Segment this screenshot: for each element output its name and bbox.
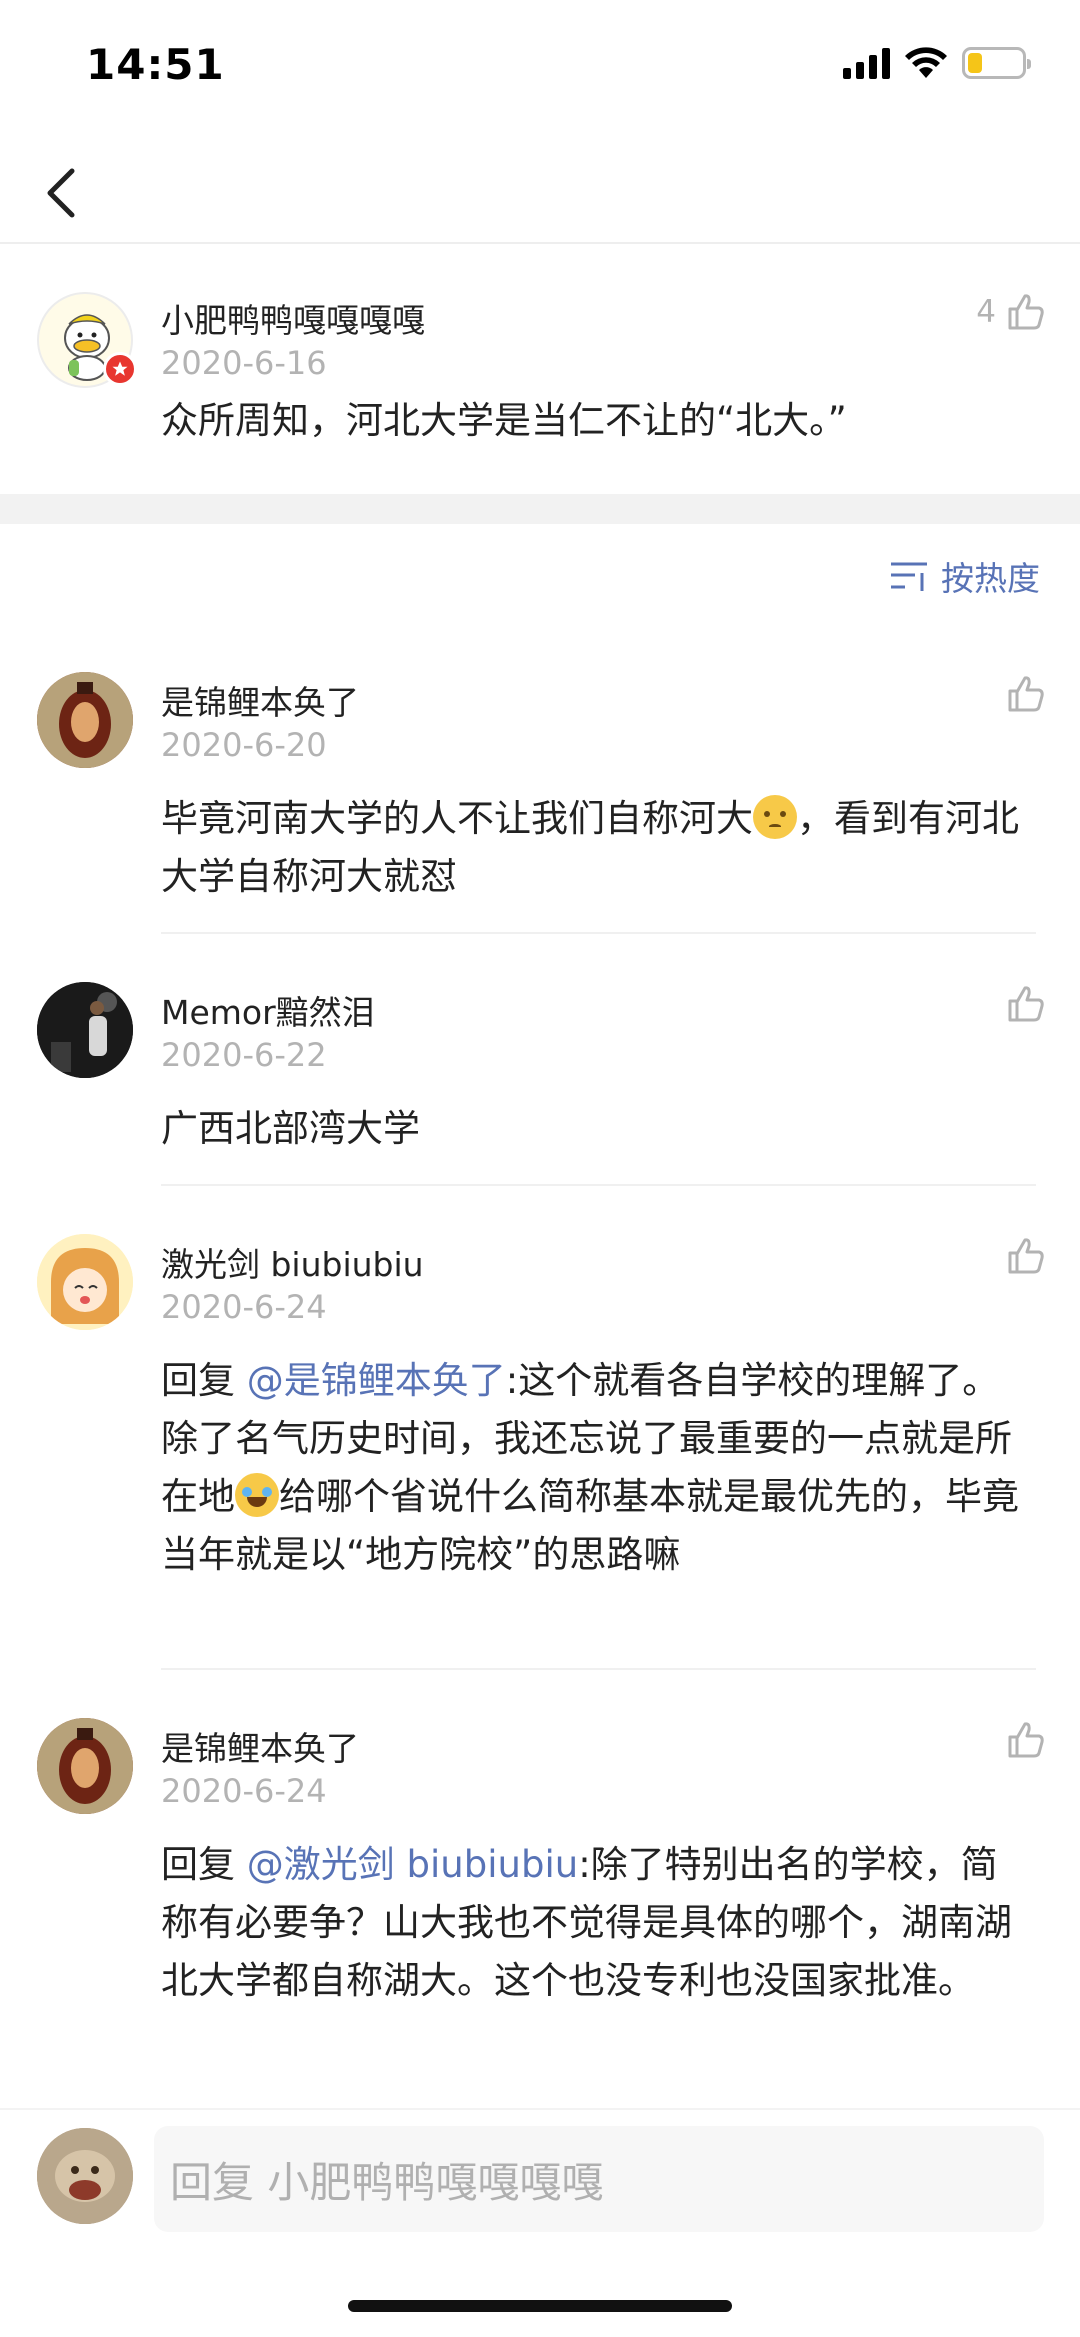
- battery-icon: [962, 47, 1031, 79]
- mention-link[interactable]: @是锦鲤本奂了: [247, 1359, 506, 1402]
- comment-divider: [161, 1184, 1036, 1186]
- thumbs-up-icon: [1008, 676, 1044, 712]
- thumbs-up-icon: [1008, 986, 1044, 1022]
- mention-link[interactable]: @激光剑 biubiubiu: [247, 1843, 578, 1886]
- post-content: 众所周知，河北大学是当仁不让的“北大。”: [161, 399, 847, 442]
- sort-label: 按热度: [941, 559, 1040, 598]
- comment-date: 2020-6-20: [161, 726, 327, 764]
- status-time: 14:51: [86, 40, 225, 89]
- comment-like-button[interactable]: [1006, 674, 1046, 714]
- laugh-cry-emoji-icon: [235, 1473, 279, 1517]
- battery-level: [968, 53, 982, 73]
- avatar[interactable]: [37, 982, 133, 1078]
- main-post: 小肥鸭鸭嘎嘎嘎嘎 2020-6-16 4 众所周知，河北大学是当仁不让的“北大。…: [0, 246, 1080, 494]
- post-date: 2020-6-16: [161, 344, 327, 382]
- comment-date: 2020-6-24: [161, 1772, 327, 1810]
- comment-divider: [161, 932, 1036, 934]
- avatar[interactable]: [37, 1718, 133, 1814]
- like-count: 4: [976, 294, 996, 330]
- comment-like-button[interactable]: [1006, 984, 1046, 1024]
- comment-date: 2020-6-22: [161, 1036, 327, 1074]
- comment-author[interactable]: 是锦鲤本奂了: [161, 676, 359, 724]
- comment-author[interactable]: 是锦鲤本奂了: [161, 1722, 359, 1770]
- comment-author[interactable]: 激光剑 biubiubiu: [161, 1238, 424, 1286]
- comment-author[interactable]: Memor黯然泪: [161, 986, 375, 1034]
- sort-icon: [891, 562, 927, 591]
- back-button[interactable]: [30, 158, 90, 228]
- comment-text: 毕竟河南大学的人不让我们自称河大: [161, 797, 753, 840]
- sad-face-emoji-icon: [753, 795, 797, 839]
- comment-content: 回复 @激光剑 biubiubiu:除了特别出名的学校，简称有必要争？山大我也不…: [161, 1836, 1031, 2010]
- avatar[interactable]: [37, 1234, 133, 1330]
- thumbs-up-icon: [1008, 294, 1044, 330]
- thumbs-up-icon: [1008, 1238, 1044, 1274]
- home-indicator: [348, 2300, 732, 2312]
- comment-like-button[interactable]: [1006, 1720, 1046, 1760]
- reply-bar: 回复 小肥鸭鸭嘎嘎嘎嘎: [0, 2110, 1080, 2337]
- status-bar: 14:51: [0, 0, 1080, 140]
- comment-content: 回复 @是锦鲤本奂了:这个就看各自学校的理解了。除了名气历史时间，我还忘说了最重…: [161, 1352, 1031, 1584]
- reply-prefix: 回复: [161, 1359, 247, 1402]
- sort-button[interactable]: 按热度: [889, 552, 1040, 600]
- wifi-icon: [905, 47, 947, 78]
- comment-content: 毕竟河南大学的人不让我们自称河大 ，看到有河北大学自称河大就怼: [161, 790, 1031, 906]
- post-like-button[interactable]: 4: [976, 292, 1046, 332]
- comment-like-button[interactable]: [1006, 1236, 1046, 1276]
- comment-text: 给哪个省说什么简称基本就是最优先的，毕竟当年就是以“地方院校”的思路嘛: [161, 1475, 1019, 1576]
- post-author[interactable]: 小肥鸭鸭嘎嘎嘎嘎: [161, 294, 425, 342]
- section-separator: [0, 494, 1080, 524]
- current-user-avatar[interactable]: [37, 2128, 133, 2224]
- reply-input[interactable]: 回复 小肥鸭鸭嘎嘎嘎嘎: [154, 2126, 1044, 2232]
- star-badge-icon: [103, 352, 137, 386]
- avatar[interactable]: [37, 672, 133, 768]
- comment-date: 2020-6-24: [161, 1288, 327, 1326]
- comment-divider: [161, 1668, 1036, 1670]
- thumbs-up-icon: [1008, 1722, 1044, 1758]
- cellular-signal-icon: [843, 47, 890, 79]
- status-icons: [843, 46, 1031, 80]
- chevron-left-icon: [47, 168, 75, 218]
- nav-bar: [0, 140, 1080, 244]
- reply-prefix: 回复: [161, 1843, 247, 1886]
- comment-content: 广西北部湾大学: [161, 1107, 420, 1150]
